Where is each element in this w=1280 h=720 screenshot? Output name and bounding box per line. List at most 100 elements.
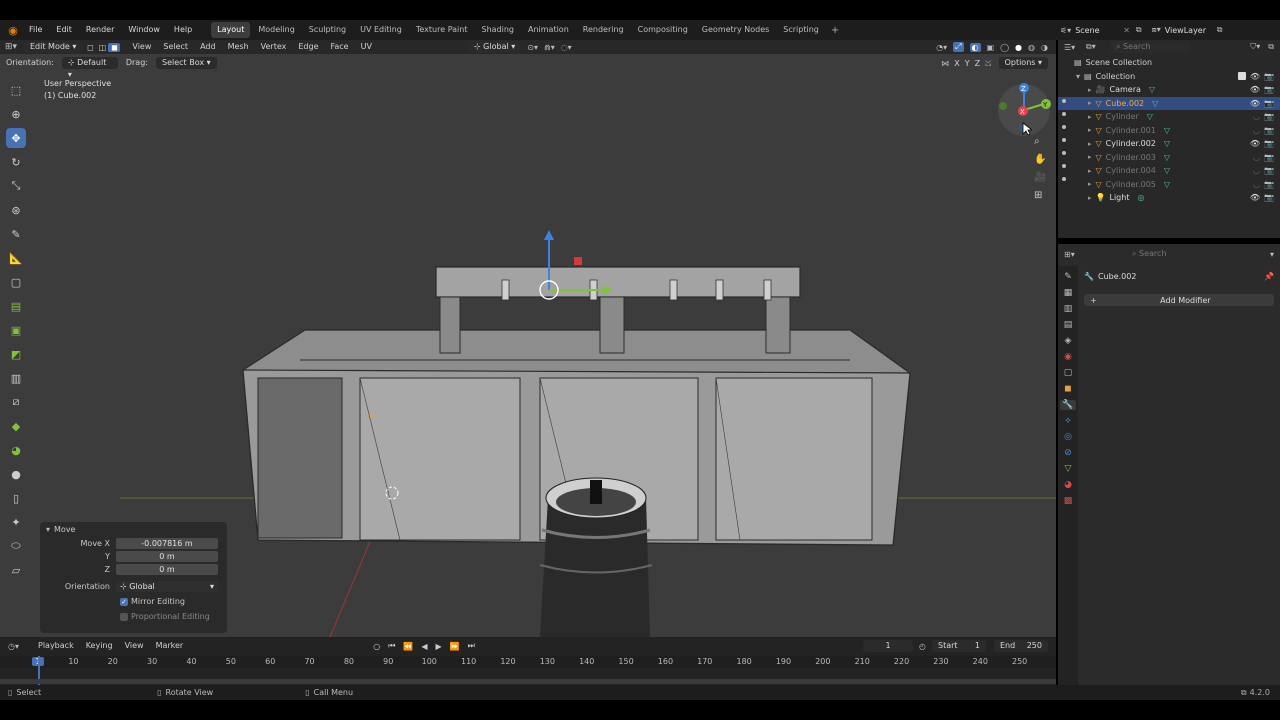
- render-tab-icon[interactable]: ▦: [1064, 288, 1073, 298]
- edit-mode-toggle-icon[interactable]: [1062, 99, 1066, 103]
- timeline-menu-keying[interactable]: Keying: [80, 639, 119, 653]
- annotate-tool-icon[interactable]: ✎: [6, 224, 26, 244]
- gizmo-toggle-icon[interactable]: ⤢: [953, 42, 964, 52]
- outliner-item[interactable]: ▸ ▽ Cylinder.001 ▽ ◡ 📷: [1058, 124, 1280, 138]
- properties-editor-icon[interactable]: ⊞▾: [1064, 250, 1124, 259]
- next-keyframe-icon[interactable]: ⏩: [450, 642, 460, 651]
- tab-compositing[interactable]: Compositing: [632, 22, 694, 38]
- add-modifier-button[interactable]: + Add Modifier: [1084, 294, 1274, 306]
- tab-texture-paint[interactable]: Texture Paint: [410, 22, 474, 38]
- menu-help[interactable]: Help: [167, 20, 199, 40]
- tab-uv-editing[interactable]: UV Editing: [354, 22, 408, 38]
- render-camera-icon[interactable]: 📷: [1264, 193, 1274, 202]
- loop-cut-tool-icon[interactable]: ▥: [6, 368, 26, 388]
- render-camera-icon[interactable]: 📷: [1264, 112, 1274, 121]
- tab-rendering[interactable]: Rendering: [577, 22, 630, 38]
- material-shading-icon[interactable]: ◍: [1028, 43, 1035, 52]
- wireframe-shading-icon[interactable]: ◯: [1000, 43, 1009, 52]
- solid-shading-icon[interactable]: ●: [1015, 43, 1022, 52]
- edit-mode-toggle-icon[interactable]: [1062, 112, 1066, 116]
- move-z-field[interactable]: 0 m: [116, 564, 218, 575]
- proportional-icon[interactable]: ◌▾: [561, 43, 572, 52]
- outliner-item[interactable]: ▸ ▽ Cylinder.002 ▽ 👁 📷: [1058, 137, 1280, 151]
- scene-pin-icon[interactable]: ✕: [1123, 26, 1130, 35]
- camera-view-icon[interactable]: 🎥: [1034, 172, 1046, 183]
- viewport-menu-vertex[interactable]: Vertex: [255, 40, 293, 54]
- vertex-select-icon[interactable]: ◻: [84, 43, 96, 52]
- display-mode-icon[interactable]: ⧉▾: [1086, 42, 1108, 52]
- menu-edit[interactable]: Edit: [49, 20, 79, 40]
- view-layer-tab-icon[interactable]: ▤: [1064, 320, 1073, 330]
- expand-chevron-icon[interactable]: ▸: [1088, 86, 1092, 94]
- visibility-eye-icon[interactable]: ◡: [1253, 180, 1260, 189]
- viewlayer-name[interactable]: ViewLayer: [1165, 26, 1217, 35]
- mirror-y-toggle[interactable]: Y: [965, 59, 970, 68]
- visibility-eye-icon[interactable]: 👁: [1250, 99, 1260, 108]
- edit-mode-toggle-icon[interactable]: [1062, 177, 1066, 181]
- properties-search[interactable]: ⌕ Search: [1126, 248, 1218, 260]
- new-scene-icon[interactable]: ⧉: [1136, 25, 1142, 35]
- menu-file[interactable]: File: [22, 20, 49, 40]
- object-tab-icon[interactable]: ◼: [1064, 384, 1071, 394]
- perspective-grid-icon[interactable]: ⊞: [1034, 190, 1046, 201]
- scene-icon[interactable]: ⚟▾: [1060, 26, 1071, 35]
- 3d-viewport[interactable]: ⊞▾ Edit Mode ▾ ◻ ◫ ◼ View Select Add Mesh Ve…: [0, 40, 1056, 637]
- scene-collection-row[interactable]: ▤ Scene Collection: [1058, 56, 1280, 70]
- jump-start-icon[interactable]: ⏮: [388, 641, 395, 651]
- tab-layout[interactable]: Layout: [211, 22, 251, 38]
- auto-merge-icon[interactable]: ⤩: [985, 58, 991, 68]
- move-x-field[interactable]: -0.007816 m: [116, 538, 218, 549]
- pan-hand-icon[interactable]: ✋: [1034, 154, 1046, 165]
- shrink-tool-icon[interactable]: ✦: [6, 512, 26, 532]
- outliner-search[interactable]: ⌕ Search: [1110, 41, 1190, 53]
- output-tab-icon[interactable]: ▥: [1064, 304, 1073, 314]
- outliner-item[interactable]: ▸ 🎥 Camera ▽ 👁 📷: [1058, 83, 1280, 97]
- texture-tab-icon[interactable]: ▩: [1064, 496, 1073, 506]
- overlay-icon[interactable]: ◐: [969, 42, 981, 52]
- render-camera-icon[interactable]: 📷: [1264, 153, 1274, 162]
- xray-icon[interactable]: ▣: [987, 43, 995, 52]
- snap-icon[interactable]: ⋒▾: [544, 43, 555, 52]
- pin-icon[interactable]: 📌: [1264, 272, 1274, 281]
- physics-tab-icon[interactable]: ◎: [1064, 432, 1072, 442]
- rip-tool-icon[interactable]: ▱: [6, 560, 26, 580]
- timeline-editor-icon[interactable]: ◷▾: [8, 642, 32, 651]
- scene-name[interactable]: Scene: [1075, 26, 1123, 35]
- rendered-shading-icon[interactable]: ◑: [1041, 43, 1048, 52]
- shear-tool-icon[interactable]: ⬭: [6, 536, 26, 556]
- viewlayer-icon[interactable]: ⧈▾: [1152, 25, 1161, 35]
- timeline-menu-marker[interactable]: Marker: [150, 639, 190, 653]
- expand-chevron-icon[interactable]: ▸: [1088, 99, 1092, 107]
- outliner-item[interactable]: ▸ 💡 Light ◎ 👁 📷: [1058, 191, 1280, 205]
- play-reverse-icon[interactable]: ◀: [421, 642, 427, 651]
- expand-chevron-icon[interactable]: ▸: [1088, 180, 1092, 188]
- timeline-menu-playback[interactable]: Playback: [32, 639, 80, 653]
- visibility-eye-icon[interactable]: 👁: [1250, 193, 1260, 202]
- expand-chevron-icon[interactable]: ▸: [1088, 194, 1092, 202]
- outliner-item[interactable]: ▸ ▽ Cube.002 ▽ 👁 📷: [1058, 96, 1280, 110]
- render-camera-icon[interactable]: 📷: [1264, 180, 1274, 189]
- viewport-menu-uv[interactable]: UV: [355, 40, 378, 54]
- tab-animation[interactable]: Animation: [522, 22, 575, 38]
- viewport-menu-add[interactable]: Add: [194, 40, 222, 54]
- inset-tool-icon[interactable]: ▣: [6, 320, 26, 340]
- tab-shading[interactable]: Shading: [475, 22, 520, 38]
- expand-chevron-icon[interactable]: ▸: [1088, 140, 1092, 148]
- add-cube-tool-icon[interactable]: ▢: [6, 272, 26, 292]
- particles-tab-icon[interactable]: ⟡: [1065, 416, 1071, 426]
- collection-render-icon[interactable]: 📷: [1264, 72, 1274, 81]
- outliner-item[interactable]: ▸ ▽ Cylinder.004 ▽ ◡ 📷: [1058, 164, 1280, 178]
- collection-checkbox[interactable]: [1238, 72, 1246, 81]
- tab-sculpting[interactable]: Sculpting: [303, 22, 352, 38]
- editor-type-icon[interactable]: ⊞▾: [0, 42, 22, 52]
- tab-modeling[interactable]: Modeling: [252, 22, 300, 38]
- visibility-eye-icon[interactable]: ◡: [1253, 153, 1260, 162]
- viewport-menu-mesh[interactable]: Mesh: [222, 40, 255, 54]
- properties-options-icon[interactable]: ▾: [1270, 250, 1274, 259]
- rotate-tool-icon[interactable]: ↻: [6, 152, 26, 172]
- modifier-tab-icon[interactable]: 🔧: [1060, 400, 1076, 410]
- data-tab-icon[interactable]: ▽: [1065, 464, 1072, 474]
- edit-mode-toggle-icon[interactable]: [1062, 138, 1066, 142]
- visibility-eye-icon[interactable]: 👁: [1250, 139, 1260, 148]
- end-frame-field[interactable]: End 250: [994, 640, 1048, 652]
